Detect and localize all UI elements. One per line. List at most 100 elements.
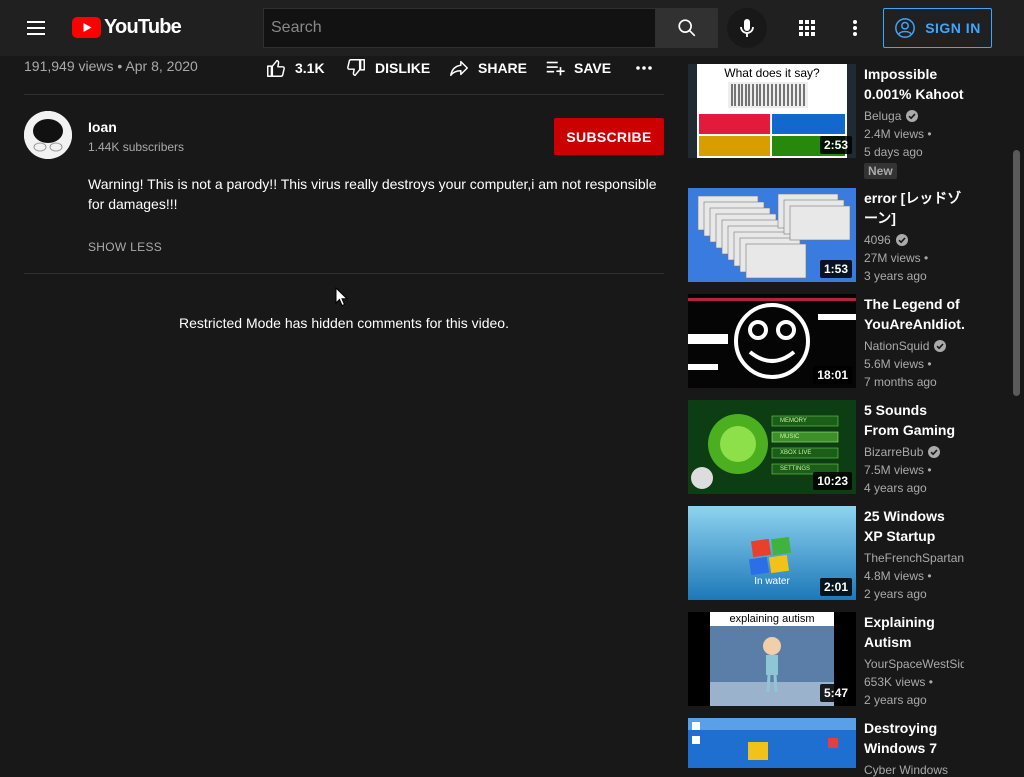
view-count: 4.8M views • bbox=[864, 569, 932, 583]
channel-name[interactable]: 4096 bbox=[864, 233, 964, 247]
video-thumbnail[interactable]: 1:53 bbox=[688, 188, 856, 282]
scrollbar-thumb[interactable] bbox=[1013, 150, 1020, 396]
thumbnail-menu-item: SETTINGS bbox=[780, 466, 811, 472]
recommended-video[interactable]: MEMORY MUSIC XBOX LIVE SETTINGS 10:23 5 … bbox=[688, 400, 1008, 495]
more-actions-button[interactable] bbox=[632, 56, 656, 80]
video-thumbnail[interactable]: In water 2:01 bbox=[688, 506, 856, 600]
thumbnail-menu-item: MEMORY bbox=[780, 418, 807, 424]
search-input[interactable] bbox=[264, 9, 655, 47]
video-title[interactable]: 25 Windows XP Startup Sounds bbox=[864, 506, 964, 546]
channel-name[interactable]: Cyber Windows bbox=[864, 763, 964, 777]
upload-age: 4 years ago bbox=[864, 481, 927, 495]
channel-name[interactable]: NationSquid bbox=[864, 339, 964, 353]
search-icon bbox=[677, 19, 695, 37]
mic-icon bbox=[740, 19, 754, 37]
video-title[interactable]: error [レッドゾーン] bbox=[864, 188, 964, 228]
video-duration: 1:53 bbox=[819, 260, 852, 278]
video-title[interactable]: 5 Sounds From Gaming History bbox=[864, 400, 964, 440]
like-count: 3.1K bbox=[295, 60, 325, 76]
channel-name-text: YourSpaceWestSide bbox=[864, 657, 964, 671]
thumbnail-menu-item: MUSIC bbox=[780, 434, 800, 440]
view-count-date: 191,949 views • Apr 8, 2020 bbox=[24, 58, 198, 74]
sign-in-button[interactable]: SIGN IN bbox=[883, 8, 992, 48]
more-vert-icon bbox=[853, 20, 857, 36]
thumbnail-text: What does it say? bbox=[724, 66, 820, 80]
apps-icon bbox=[799, 20, 815, 36]
avatar-image bbox=[24, 111, 72, 159]
restricted-mode-notice: Restricted Mode has hidden comments for … bbox=[179, 315, 509, 331]
recommended-video[interactable]: 18:01 The Legend of YouAreAnIdiot.org Na… bbox=[688, 294, 1008, 389]
channel-name[interactable]: BizarreBub bbox=[864, 445, 964, 459]
subscriber-count: 1.44K subscribers bbox=[88, 140, 185, 154]
video-duration: 2:53 bbox=[819, 136, 852, 154]
share-icon bbox=[450, 60, 468, 77]
divider bbox=[24, 94, 664, 95]
view-count: 653K views • bbox=[864, 675, 933, 689]
show-less-button[interactable]: SHOW LESS bbox=[88, 240, 162, 254]
recommended-video[interactable]: Destroying Windows 7 with Viruses Cyber … bbox=[688, 718, 1008, 777]
verified-icon bbox=[928, 446, 941, 458]
view-count: 7.5M views • bbox=[864, 463, 932, 477]
share-label: SHARE bbox=[478, 60, 528, 76]
video-thumbnail[interactable]: explaining autism 5:47 bbox=[688, 612, 856, 706]
verified-icon bbox=[906, 110, 919, 122]
recommended-video[interactable]: What does it say? 2:53 Impossible 0.001%… bbox=[688, 64, 1008, 179]
apps-button[interactable] bbox=[787, 8, 827, 48]
youtube-logo[interactable]: YouTube bbox=[72, 16, 182, 39]
channel-name[interactable]: TheFrenchSpartan bbox=[864, 551, 964, 565]
mouse-cursor-icon bbox=[335, 287, 349, 307]
youtube-logo-icon bbox=[72, 17, 101, 38]
verified-icon bbox=[895, 234, 908, 246]
thumbnail-caption: explaining autism bbox=[710, 612, 834, 626]
subscribe-button[interactable]: SUBSCRIBE bbox=[554, 118, 664, 155]
channel-name-text: Cyber Windows bbox=[864, 763, 949, 777]
menu-icon bbox=[27, 21, 45, 35]
search-box bbox=[263, 8, 656, 48]
recommended-video[interactable]: 1:53 error [レッドゾーン] 4096 27M views • 3 y… bbox=[688, 188, 1008, 283]
upload-age: 2 years ago bbox=[864, 587, 927, 601]
video-thumbnail[interactable]: 18:01 bbox=[688, 294, 856, 388]
upload-age: 7 months ago bbox=[864, 375, 937, 389]
upload-age: 3 years ago bbox=[864, 269, 927, 283]
channel-name-text: Beluga bbox=[864, 109, 902, 123]
channel-name-text: TheFrenchSpartan bbox=[864, 551, 964, 565]
channel-name[interactable]: Beluga bbox=[864, 109, 964, 123]
settings-more-button[interactable] bbox=[835, 8, 875, 48]
thumbnail-image bbox=[688, 718, 856, 768]
video-duration: 5:47 bbox=[819, 684, 852, 702]
dislike-label: DISLIKE bbox=[375, 60, 431, 76]
share-button[interactable]: SHARE bbox=[448, 56, 527, 80]
channel-name[interactable]: Ioan bbox=[88, 119, 117, 135]
upload-age: 5 days ago bbox=[864, 145, 923, 159]
dislike-button[interactable]: DISLIKE bbox=[345, 56, 430, 80]
like-button[interactable]: 3.1K bbox=[265, 56, 325, 80]
channel-name-text: BizarreBub bbox=[864, 445, 924, 459]
search-button[interactable] bbox=[655, 8, 718, 48]
recommended-video[interactable]: In water 2:01 25 Windows XP Startup Soun… bbox=[688, 506, 1008, 601]
sign-in-label: SIGN IN bbox=[925, 20, 981, 36]
channel-name-text: 4096 bbox=[864, 233, 891, 247]
verified-icon bbox=[934, 340, 947, 352]
logo-text: YouTube bbox=[104, 16, 182, 38]
thumbs-up-icon bbox=[267, 59, 285, 77]
channel-name[interactable]: YourSpaceWestSide bbox=[864, 657, 964, 671]
video-title[interactable]: Impossible 0.001% Kahoot bbox=[864, 64, 964, 104]
video-title[interactable]: Explaining Autism (Animation) bbox=[864, 612, 964, 652]
video-title[interactable]: Destroying Windows 7 with Viruses bbox=[864, 718, 964, 758]
save-button[interactable]: SAVE bbox=[544, 56, 611, 80]
avatar[interactable] bbox=[24, 111, 72, 159]
channel-name-text: NationSquid bbox=[864, 339, 930, 353]
video-description: Warning! This is not a parody!! This vir… bbox=[88, 176, 657, 212]
thumbs-down-icon bbox=[347, 59, 365, 77]
video-title[interactable]: The Legend of YouAreAnIdiot.org bbox=[864, 294, 964, 334]
more-horiz-icon bbox=[636, 66, 652, 70]
video-thumbnail[interactable]: What does it say? 2:53 bbox=[688, 64, 856, 158]
video-duration: 10:23 bbox=[813, 472, 852, 490]
view-count: 2.4M views • bbox=[864, 127, 932, 141]
menu-button[interactable] bbox=[16, 8, 56, 48]
recommended-video[interactable]: explaining autism 5:47 Explaining Autism… bbox=[688, 612, 1008, 707]
video-thumbnail[interactable]: MEMORY MUSIC XBOX LIVE SETTINGS 10:23 bbox=[688, 400, 856, 494]
video-thumbnail[interactable] bbox=[688, 718, 856, 768]
account-icon bbox=[895, 18, 916, 38]
voice-search-button[interactable] bbox=[727, 8, 767, 48]
